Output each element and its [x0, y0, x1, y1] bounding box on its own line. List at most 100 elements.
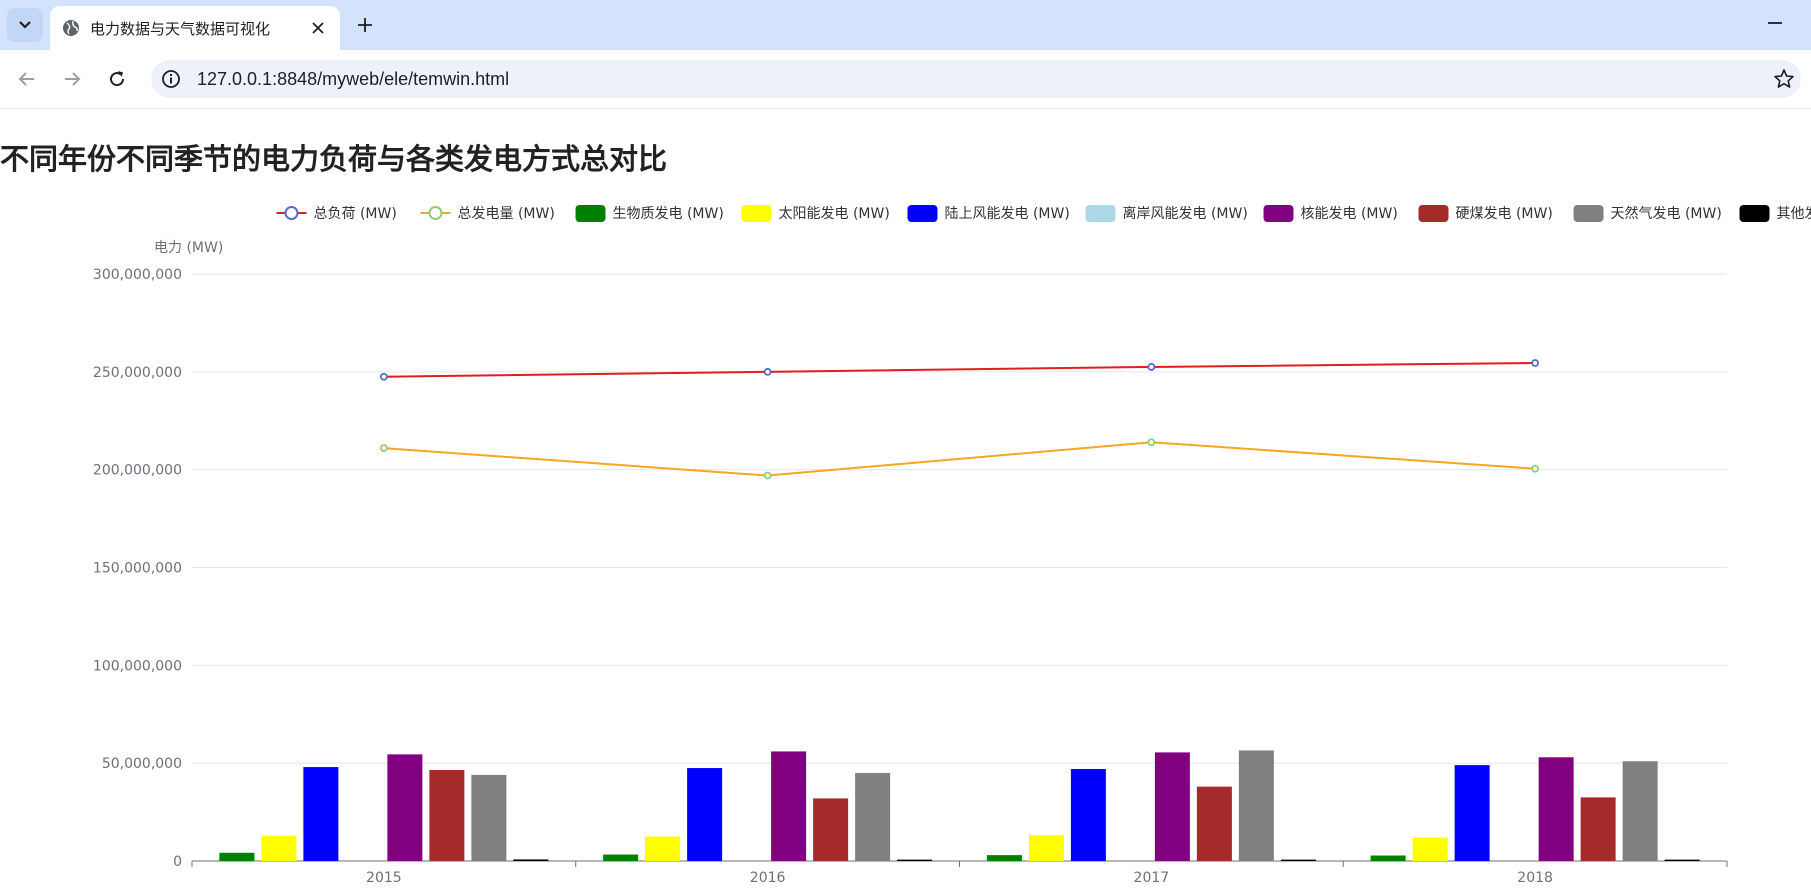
page-title: 不同年份不同季节的电力负荷与各类发电方式总对比: [0, 142, 668, 176]
y-axis-label: 电力 (MW): [154, 240, 223, 256]
bar-8: [513, 859, 549, 861]
new-tab-plus-icon[interactable]: [354, 14, 376, 36]
legend-label: 天然气发电 (MW): [1611, 205, 1722, 222]
y-tick-label: 150,000,000: [93, 561, 182, 577]
bar-5: [1154, 752, 1190, 861]
bar-6: [813, 798, 849, 861]
y-tick-label: 0: [173, 854, 182, 870]
bar-2: [1412, 837, 1448, 861]
forward-arrow-icon[interactable]: [60, 67, 84, 91]
y-tick-label: 250,000,000: [93, 365, 182, 381]
legend-label: 离岸风能发电 (MW): [1123, 205, 1248, 222]
address-bar[interactable]: 127.0.0.1:8848/myweb/ele/temwin.html: [151, 60, 1801, 98]
line-point[interactable]: [1147, 438, 1156, 447]
y-tick-label: 200,000,000: [93, 463, 182, 479]
bar-1: [603, 854, 639, 861]
bar-1: [219, 852, 255, 861]
legend-label: 硬煤发电 (MW): [1456, 206, 1553, 222]
legend-label: 其他发电 (MW): [1777, 206, 1811, 222]
legend-item[interactable]: 陆上风能发电 (MW): [907, 205, 1070, 222]
bar-8: [1280, 859, 1316, 861]
legend-color-swatch: [1085, 205, 1116, 222]
legend-label: 陆上风能发电 (MW): [945, 206, 1070, 222]
bar-7: [471, 774, 507, 861]
bar-6: [1196, 786, 1232, 861]
legend-item[interactable]: 核能发电 (MW): [1263, 205, 1398, 222]
minimize-window-button[interactable]: [1768, 22, 1782, 24]
legend-item[interactable]: 总负荷 (MW): [276, 206, 397, 222]
bar-1: [1370, 855, 1406, 861]
y-tick-label: 100,000,000: [93, 658, 182, 674]
y-tick-label: 50,000,000: [102, 756, 182, 772]
bar-3: [1070, 769, 1106, 861]
legend-item[interactable]: 离岸风能发电 (MW): [1085, 205, 1248, 222]
legend-label: 核能发电 (MW): [1301, 206, 1398, 222]
line-point[interactable]: [1531, 464, 1540, 473]
legend-color-swatch: [575, 205, 606, 222]
line-point[interactable]: [1147, 363, 1156, 371]
chevron-down-icon: [19, 21, 31, 29]
bar-7: [1622, 761, 1658, 861]
site-info-icon[interactable]: [159, 67, 183, 91]
bar-2: [645, 836, 681, 861]
bar-3: [303, 767, 339, 861]
bar-3: [1454, 765, 1490, 861]
legend-item[interactable]: 天然气发电 (MW): [1573, 205, 1722, 222]
legend-label: 生物质发电 (MW): [613, 206, 724, 222]
x-tick-label: 2016: [750, 870, 786, 886]
bar-7: [855, 772, 891, 861]
back-arrow-icon[interactable]: [15, 67, 39, 91]
bar-5: [771, 751, 807, 861]
power-comparison-chart: 0 50,000,000 100,000,000 150,000,000 200,000…: [93, 205, 1811, 886]
legend-label: 总负荷 (MW): [314, 206, 397, 222]
bar-8: [1664, 859, 1700, 861]
line-point[interactable]: [1531, 359, 1540, 367]
x-tick-label: 2017: [1134, 870, 1170, 886]
legend-item[interactable]: 生物质发电 (MW): [575, 205, 724, 222]
tab-title: 电力数据与天气数据可视化: [90, 20, 271, 38]
legend-label: 太阳能发电 (MW): [779, 206, 890, 222]
legend-color-swatch: [741, 205, 772, 222]
x-tick-label: 2018: [1517, 870, 1553, 886]
bar-1: [986, 855, 1022, 861]
legend-color-swatch: [1418, 205, 1449, 222]
y-tick-label: 300,000,000: [93, 267, 182, 283]
browser-tab-strip: 电力数据与天气数据可视化: [0, 0, 1811, 50]
bar-6: [429, 770, 465, 861]
line-point[interactable]: [763, 471, 772, 480]
x-tick-label: 2015: [366, 870, 402, 886]
url-text[interactable]: 127.0.0.1:8848/myweb/ele/temwin.html: [197, 69, 509, 90]
bar-2: [1028, 835, 1064, 861]
legend-marker-swatch: [428, 206, 443, 220]
bar-7: [1238, 750, 1274, 861]
line-series-2: [383, 441, 1536, 477]
legend-item[interactable]: 其他发电 (MW): [1739, 205, 1811, 222]
bar-6: [1580, 797, 1616, 861]
browser-tab[interactable]: 电力数据与天气数据可视化: [50, 6, 340, 50]
legend-item[interactable]: 总发电量 (MW): [420, 206, 555, 222]
legend-color-swatch: [907, 205, 938, 222]
close-tab-button[interactable]: [308, 18, 328, 38]
legend-item[interactable]: 硬煤发电 (MW): [1418, 205, 1553, 222]
bar-2: [261, 835, 297, 861]
bar-8: [897, 859, 933, 861]
bookmark-star-icon[interactable]: [1773, 68, 1795, 90]
line-series-1: [383, 362, 1536, 378]
legend-color-swatch: [1263, 205, 1294, 222]
close-icon: [312, 22, 324, 34]
legend-item[interactable]: 太阳能发电 (MW): [741, 205, 890, 222]
bar-5: [1538, 757, 1574, 861]
line-point[interactable]: [379, 372, 388, 381]
legend-marker-swatch: [284, 206, 299, 220]
legend-color-swatch: [1739, 205, 1770, 222]
legend-color-swatch: [1573, 205, 1604, 222]
bar-3: [687, 768, 723, 861]
line-point[interactable]: [763, 367, 772, 376]
tab-search-button[interactable]: [7, 8, 43, 42]
reload-icon[interactable]: [105, 67, 129, 91]
browser-toolbar: 127.0.0.1:8848/myweb/ele/temwin.html: [0, 50, 1811, 109]
globe-icon: [63, 20, 79, 36]
line-point[interactable]: [379, 444, 388, 453]
bar-5: [387, 754, 423, 861]
legend-label: 总发电量 (MW): [458, 206, 555, 222]
